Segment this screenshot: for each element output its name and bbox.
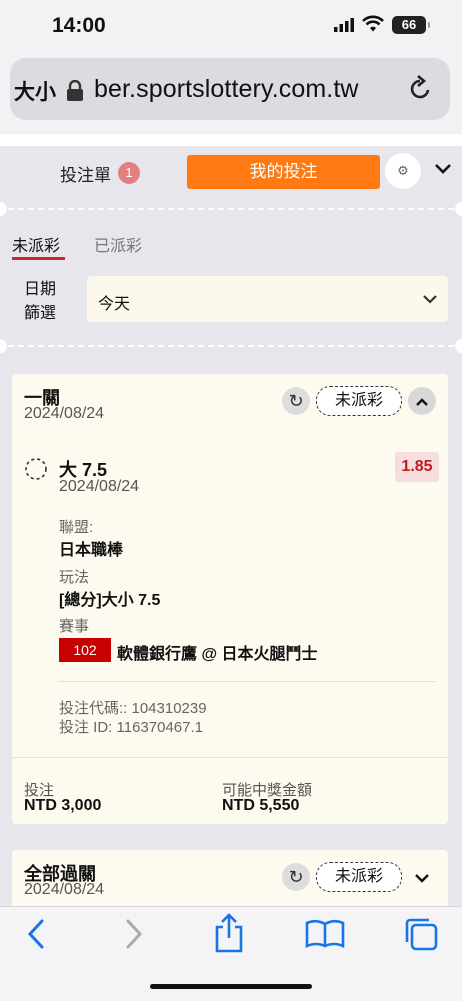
bet-date: 2024/08/24 [24,405,105,422]
status-badge: 未派彩 [316,386,402,416]
event-id-badge: 102 [59,638,111,662]
bet-slip-label[interactable]: 投注單 [60,161,111,186]
date-filter-value: 今天 [98,296,131,313]
payout-value: NTD 5,550 [222,797,300,814]
lock-icon [67,80,83,101]
divider [12,757,448,758]
league-label: 聯盟: [59,519,94,536]
bet-slip-count-badge: 1 [118,162,140,184]
date-filter-label: 日期篩選 [24,281,57,322]
dashed-divider [8,345,454,347]
league-value: 日本職棒 [59,542,124,559]
date-filter-select[interactable] [87,276,448,322]
stake-value: NTD 3,000 [24,797,102,814]
selection-date: 2024/08/24 [59,478,140,495]
battery-indicator: 66 [392,16,430,34]
url-text[interactable]: ber.sportslottery.com.tw [94,75,394,104]
reader-button[interactable]: 大小 [14,76,56,106]
active-tab-indicator [12,257,65,260]
bet-id: 投注 ID: 116370467.1 [59,719,203,736]
event-name: 軟體銀行鷹 @ 日本火腿鬥士 [117,646,318,663]
back-icon[interactable] [24,918,48,950]
tab-unsettled[interactable]: 未派彩 [12,232,60,256]
status-time: 14:00 [52,14,106,37]
page-background [0,134,462,146]
ticket-notch [455,202,462,216]
tab-settled[interactable]: 已派彩 [94,232,142,256]
signal-icon [334,18,354,32]
my-bets-button[interactable]: 我的投注 [187,155,380,189]
bet-date: 2024/08/24 [24,881,105,898]
market-value: [總分]大小 7.5 [59,592,161,609]
refresh-icon[interactable]: ↻ [282,863,310,891]
bet-code: 投注代碼:: 104310239 [59,700,207,717]
forward-icon[interactable] [122,918,146,950]
event-label: 賽事 [59,618,90,635]
gear-icon[interactable]: ⚙ [385,153,421,189]
chevron-up-icon[interactable] [408,387,436,415]
odds-badge: 1.85 [395,452,439,482]
wifi-icon [362,15,384,32]
ticket-notch [455,339,462,353]
reader-label: 大小 [14,81,56,104]
chevron-down-icon[interactable] [414,872,430,884]
chevron-down-icon [423,295,437,304]
status-badge: 未派彩 [316,862,402,892]
refresh-icon[interactable]: ↻ [282,387,310,415]
radio-unchecked-icon[interactable] [24,457,48,481]
divider [59,681,436,682]
bookmarks-icon[interactable] [304,918,346,950]
dashed-divider [8,208,454,210]
market-label: 玩法 [59,569,90,586]
home-indicator [150,984,312,989]
share-icon[interactable] [212,912,246,954]
chevron-down-icon[interactable] [434,162,452,176]
reload-icon[interactable] [408,74,434,102]
tabs-icon[interactable] [402,916,440,952]
